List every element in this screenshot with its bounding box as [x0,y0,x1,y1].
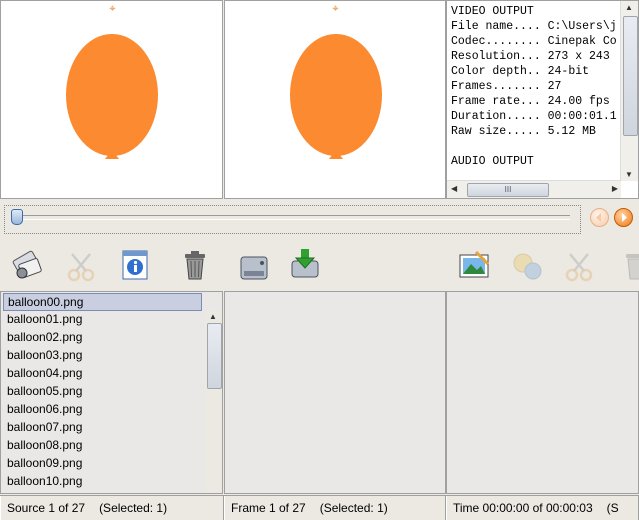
film-edit-icon[interactable] [12,249,44,281]
save-download-graphic [291,249,319,278]
info-line: AUDIO OUTPUT [451,155,534,168]
timeline-track[interactable] [15,215,570,220]
info-line: File name.... C:\Users\j [451,20,617,33]
status-frame-count: Frame 1 of 27 [231,501,306,515]
scroll-up-arrow-icon[interactable]: ▲ [209,312,217,321]
trash-icon[interactable] [620,249,639,281]
status-time-value: Time 00:00:00 of 00:00:03 [453,501,593,515]
save-download-icon[interactable] [289,247,321,279]
output-info-text: VIDEO OUTPUT File name.... C:\Users\j Code… [451,4,618,180]
info-vscroll-thumb[interactable] [623,16,638,136]
source-list-item[interactable]: balloon09.png [3,455,202,473]
balloon-image [290,34,382,156]
hard-disk-graphic [240,256,268,280]
output-info-textarea[interactable]: VIDEO OUTPUT File name.... C:\Users\j Code… [446,0,639,199]
info-line: VIDEO OUTPUT [451,5,534,18]
gears-graphic [513,253,542,280]
source-list-item[interactable]: balloon05.png [3,383,202,401]
source-list-item[interactable]: balloon10.png [3,473,202,491]
timeline-slider[interactable] [4,205,581,234]
scissors-graphic [565,253,593,282]
output-list[interactable] [446,291,639,494]
balloon-knot [105,150,119,159]
source-list-item[interactable]: balloon04.png [3,365,202,383]
frame-list[interactable] [224,291,446,494]
scroll-up-arrow-icon[interactable]: ▲ [625,3,633,12]
info-vertical-scrollbar[interactable]: ▲ ▼ [620,1,638,181]
source-list[interactable]: ▲ balloon00.png balloon01.png balloon02.pn… [0,291,223,494]
gears-icon[interactable] [511,249,543,281]
frame-preview-pane: ⌖ [224,0,446,199]
trash-icon[interactable] [179,249,211,281]
source-list-item[interactable]: balloon07.png [3,419,202,437]
source-list-item[interactable]: balloon08.png [3,437,202,455]
crosshair-marker-icon: ⌖ [109,3,116,15]
source-list-item[interactable]: balloon02.png [3,329,202,347]
scroll-right-arrow-icon[interactable]: ▶ [612,184,618,193]
status-time-extra: (S [606,501,619,515]
cut-icon[interactable] [66,251,98,283]
balloon-image [66,34,158,156]
source-list-item[interactable]: balloon00.png [3,293,202,311]
status-source: Source 1 of 27 (Selected: 1) [0,496,224,520]
source-list-item[interactable]: balloon01.png [3,311,202,329]
previous-frame-button[interactable] [590,208,609,227]
info-line: Frames....... 27 [451,80,562,93]
timeline-thumb[interactable] [11,209,23,225]
source-preview-pane: ⌖ [0,0,223,199]
info-document-graphic [122,250,148,280]
disk-icon[interactable] [238,251,270,283]
scroll-left-arrow-icon[interactable]: ◀ [451,184,457,193]
cut-icon[interactable] [564,251,596,283]
info-horizontal-scrollbar[interactable]: ◀ III ▶ [447,180,621,198]
crosshair-marker-icon: ⌖ [332,3,339,15]
info-line: Codec........ Cinepak Co [451,35,617,48]
balloon-knot [329,150,343,159]
info-line: Resolution... 273 x 243 [451,50,610,63]
source-list-item[interactable]: balloon03.png [3,347,202,365]
image-edit-graphic [459,250,490,278]
image-edit-icon[interactable] [458,249,490,281]
status-time: Time 00:00:00 of 00:00:03 (S [446,496,639,520]
status-source-selected: (Selected: 1) [99,501,168,515]
source-list-scroll-thumb[interactable] [207,323,222,389]
status-frame-selected: (Selected: 1) [319,501,388,515]
source-list-scrollbar[interactable]: ▲ [205,310,222,493]
info-line: Duration..... 00:00:01.1 [451,110,617,123]
scissors-graphic [67,253,95,282]
status-bar: Source 1 of 27 (Selected: 1) Frame 1 of 2… [0,495,639,520]
info-icon[interactable] [120,249,152,281]
trash-can-graphic [185,251,205,280]
info-line: Frame rate... 24.00 fps [451,95,610,108]
next-frame-button[interactable] [614,208,633,227]
info-line [451,139,618,154]
trash-can-graphic [626,254,639,280]
info-line: Color depth.. 24-bit [451,65,590,78]
next-arrow-icon [622,213,627,222]
film-edit-icon-graphic [12,250,42,279]
status-frame: Frame 1 of 27 (Selected: 1) [224,496,446,520]
scroll-down-arrow-icon[interactable]: ▼ [625,170,633,179]
previous-arrow-icon [596,213,601,222]
info-hscroll-thumb[interactable]: III [467,183,549,197]
info-line: Raw size..... 5.12 MB [451,125,596,138]
status-source-count: Source 1 of 27 [7,501,86,515]
source-list-item[interactable]: balloon06.png [3,401,202,419]
